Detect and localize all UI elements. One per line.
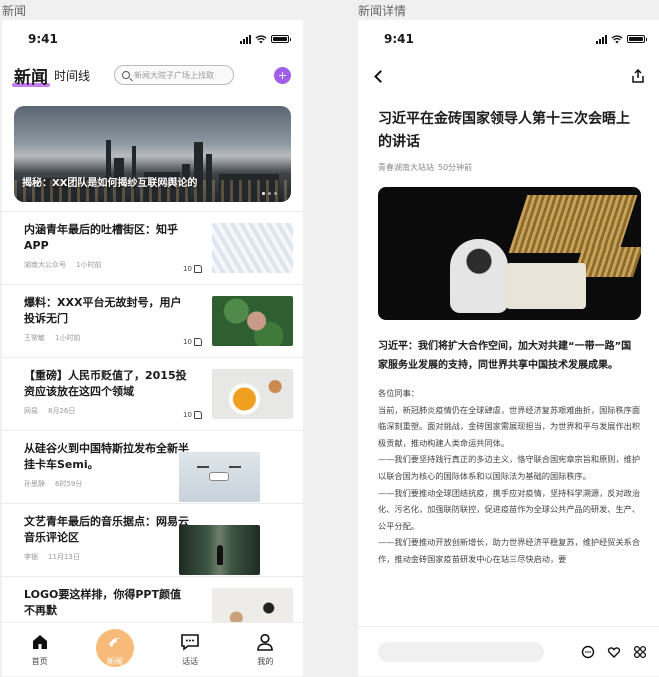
- tab-news[interactable]: 新闻: [77, 623, 152, 676]
- like-count: 10: [183, 411, 192, 419]
- article-lead: 习近平：我们将扩大合作空间，加大对共建“一带一路”国家服务业发展的支持，同世界共…: [378, 341, 632, 371]
- status-bar: 9:41: [2, 20, 303, 58]
- tab-home[interactable]: 首页: [2, 623, 77, 676]
- tab-label: 首页: [31, 657, 48, 666]
- news-time: 6时59分: [55, 480, 83, 488]
- tab-chat[interactable]: 话话: [153, 623, 228, 676]
- article-paragraph: 各位同事：: [378, 388, 419, 398]
- signal-icon: [240, 34, 251, 44]
- news-detail-screen: 9:41 习近平在金砖国家领导人第十三次会晤上的讲话 青春湖南大站站 50分钟前…: [358, 20, 659, 676]
- list-item[interactable]: 文艺青年最后的音乐据点：网易云音乐评论区 李银11月13日 10: [2, 503, 303, 576]
- grid-icon[interactable]: [633, 645, 647, 659]
- news-thumbnail: [179, 452, 260, 502]
- article-paragraph: ——我们要推动开放创新增长，助力世界经济平稳复苏，维护经贸关系合作，推动金砖国家…: [378, 537, 641, 564]
- chat-icon: [180, 632, 200, 652]
- article-body: 各位同事： 当前，新冠肺炎疫情仍在全球肆虐，世界经济复苏艰难曲折，国际秩序面临深…: [378, 385, 641, 568]
- news-source: 湖南大公众号: [24, 261, 66, 269]
- news-icon: [105, 632, 125, 652]
- comment-icon[interactable]: [581, 645, 595, 659]
- profile-icon: [255, 632, 275, 652]
- comment-input[interactable]: [378, 641, 544, 662]
- thumbs-up-icon: [193, 265, 202, 273]
- list-item[interactable]: 爆料：XXX平台无故封号，用户投诉无门 王常敏 1小时前 10: [2, 284, 303, 357]
- news-title: 文艺青年最后的音乐据点：网易云音乐评论区: [24, 515, 189, 544]
- status-time: 9:41: [28, 32, 58, 46]
- search-input[interactable]: 新闻大院子广场上找取: [114, 65, 235, 85]
- article-image: [378, 187, 641, 320]
- detail-action-bar: [358, 626, 659, 676]
- news-title: 【重磅】人民币贬值了，2015投资应该放在这四个领域: [24, 369, 187, 398]
- news-source: 网易: [24, 407, 38, 415]
- news-thumbnail: [212, 223, 293, 273]
- tab-label: 话话: [182, 657, 199, 666]
- news-thumbnail: [179, 525, 260, 575]
- search-icon: [122, 71, 131, 79]
- home-icon: [30, 632, 50, 652]
- like-button[interactable]: 10: [183, 265, 202, 273]
- detail-nav-bar: [358, 58, 659, 94]
- article-paragraph: 当前，新冠肺炎疫情仍在全球肆虐，世界经济复苏艰难曲折，国际秩序面临深刻重塑。面对…: [378, 404, 641, 448]
- news-time: 11月13日: [48, 553, 80, 561]
- brand-title: 新闻: [14, 67, 48, 88]
- tab-label: 我的: [257, 657, 274, 666]
- news-source: 李银: [24, 553, 38, 561]
- share-icon[interactable]: [631, 69, 645, 83]
- like-button[interactable]: 10: [183, 338, 202, 346]
- news-title: 内涵青年最后的吐槽街区：知乎APP: [24, 223, 178, 252]
- news-thumbnail: [212, 369, 293, 419]
- like-count: 10: [183, 265, 192, 273]
- thumbs-up-icon: [193, 338, 202, 346]
- news-header: 新闻 时间线 新闻大院子广场上找取 +: [2, 58, 303, 92]
- news-title: LOGO要这样排，你得PPT颜值不再默: [24, 588, 181, 617]
- battery-icon: [271, 35, 291, 43]
- news-thumbnail: [212, 296, 293, 346]
- wifi-icon: [255, 34, 267, 43]
- bottom-tab-bar: 首页 新闻 话话 我的: [2, 622, 303, 676]
- heart-icon[interactable]: [607, 645, 621, 659]
- tab-profile[interactable]: 我的: [228, 623, 303, 676]
- article-time: 50分钟前: [438, 163, 473, 172]
- status-time: 9:41: [384, 32, 414, 46]
- thumbs-up-icon: [193, 411, 202, 419]
- hero-caption: 揭秘：XX团队是如何揭纱互联网舆论的: [22, 178, 198, 189]
- plus-icon[interactable]: +: [274, 66, 291, 84]
- article-title: 习近平在金砖国家领导人第十三次会晤上的讲话: [378, 111, 630, 150]
- news-source: 孙思静: [24, 480, 45, 488]
- news-source: 王常敏: [24, 334, 45, 342]
- like-count: 10: [183, 338, 192, 346]
- search-placeholder: 新闻大院子广场上找取: [134, 70, 215, 80]
- news-title: 从硅谷火到中国特斯拉发布全新半挂卡车Semi。: [24, 442, 189, 471]
- tab-label: 新闻: [106, 657, 123, 666]
- news-time: 1小时前: [76, 261, 102, 269]
- news-time: 8月26日: [48, 407, 76, 415]
- signal-icon: [596, 34, 607, 44]
- article: 习近平在金砖国家领导人第十三次会晤上的讲话 青春湖南大站站 50分钟前 习近平：…: [358, 108, 659, 568]
- wifi-icon: [611, 34, 623, 43]
- news-screen: 9:41 新闻 时间线 新闻大院子广场上找取 + 揭秘：XX团队是如何揭纱互联网…: [2, 20, 303, 676]
- article-paragraph: ——我们要推动全球团结抗疫，携手应对疫情，坚持科学溯源，反对政治化、污名化，加强…: [378, 487, 641, 531]
- like-button[interactable]: 10: [183, 411, 202, 419]
- battery-icon: [627, 35, 647, 43]
- list-item[interactable]: 从硅谷火到中国特斯拉发布全新半挂卡车Semi。 孙思静6时59分 10: [2, 430, 303, 503]
- screen-label-news-detail: 新闻详情: [358, 4, 407, 18]
- status-bar: 9:41: [358, 20, 659, 58]
- hero-banner[interactable]: 揭秘：XX团队是如何揭纱互联网舆论的: [14, 106, 291, 202]
- carousel-dots[interactable]: [262, 192, 277, 195]
- list-item[interactable]: 内涵青年最后的吐槽街区：知乎APP 湖南大公众号 1小时前 10: [2, 211, 303, 284]
- article-paragraph: ——我们要坚持践行真正的多边主义，恪守联合国宪章宗旨和原则，维护以联合国为核心的…: [378, 454, 641, 481]
- article-source[interactable]: 青春湖南大站站: [378, 162, 434, 173]
- tab-timeline[interactable]: 时间线: [54, 67, 90, 84]
- news-list: 内涵青年最后的吐槽街区：知乎APP 湖南大公众号 1小时前 10 爆料：XXX平台…: [2, 211, 303, 649]
- list-item[interactable]: 【重磅】人民币贬值了，2015投资应该放在这四个领域 网易 8月26日 10: [2, 357, 303, 430]
- news-title: 爆料：XXX平台无故封号，用户投诉无门: [24, 296, 182, 325]
- screen-label-news: 新闻: [2, 4, 27, 18]
- news-time: 1小时前: [55, 334, 81, 342]
- back-icon[interactable]: [374, 69, 387, 83]
